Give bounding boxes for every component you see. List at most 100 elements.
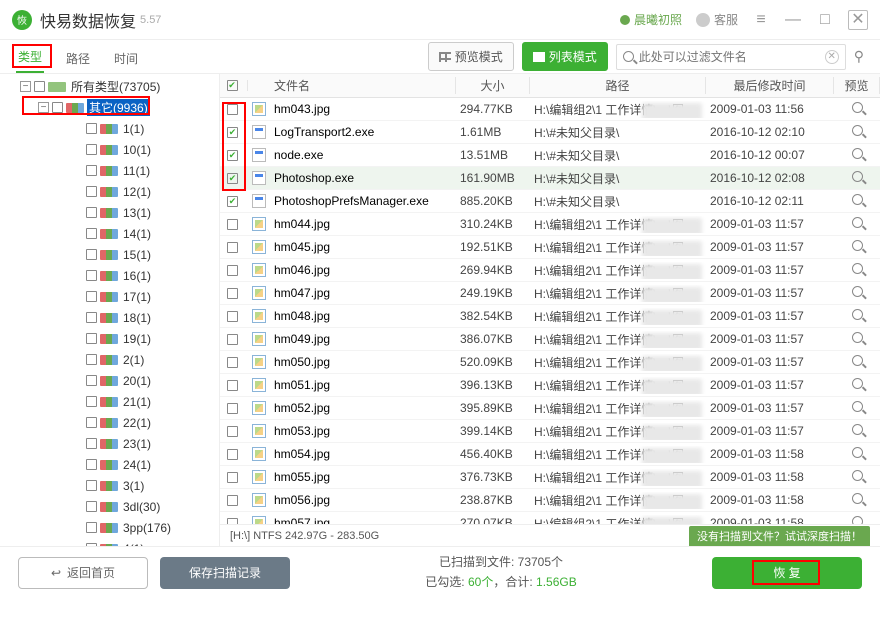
tab-type[interactable]: 类型 xyxy=(16,42,44,73)
file-row[interactable]: hm056.jpg 238.87KB H:\编辑组2\1 工作详情\…\图… 2… xyxy=(220,489,880,512)
tree-item[interactable]: +24(1) xyxy=(0,454,219,475)
file-row[interactable]: Photoshop.exe 161.90MB H:\#未知父目录\ 2016-1… xyxy=(220,167,880,190)
header-size[interactable]: 大小 xyxy=(456,77,530,94)
preview-button[interactable] xyxy=(834,309,880,323)
row-checkbox[interactable] xyxy=(227,357,238,368)
row-checkbox[interactable] xyxy=(227,127,238,138)
file-row[interactable]: hm051.jpg 396.13KB H:\编辑组2\1 工作详情\…\图… 2… xyxy=(220,374,880,397)
tree-item[interactable]: +20(1) xyxy=(0,370,219,391)
file-row[interactable]: hm048.jpg 382.54KB H:\编辑组2\1 工作详情\…\图… 2… xyxy=(220,305,880,328)
tree-item[interactable]: +2(1) xyxy=(0,349,219,370)
row-checkbox[interactable] xyxy=(227,426,238,437)
tree-item[interactable]: +13(1) xyxy=(0,202,219,223)
row-checkbox[interactable] xyxy=(227,449,238,460)
preview-mode-button[interactable]: 预览模式 xyxy=(428,42,514,71)
filter-icon[interactable]: ⚲ xyxy=(854,48,864,65)
row-checkbox[interactable] xyxy=(227,173,238,184)
file-row[interactable]: hm047.jpg 249.19KB H:\编辑组2\1 工作详情\…\图… 2… xyxy=(220,282,880,305)
preview-button[interactable] xyxy=(834,194,880,208)
tab-path[interactable]: 路径 xyxy=(64,44,92,73)
file-row[interactable]: hm055.jpg 376.73KB H:\编辑组2\1 工作详情\…\图… 2… xyxy=(220,466,880,489)
search-box[interactable]: ✕ xyxy=(616,44,846,70)
row-checkbox[interactable] xyxy=(227,311,238,322)
tree-item[interactable]: +3dl(30) xyxy=(0,496,219,517)
tree-item[interactable]: +4(1) xyxy=(0,538,219,546)
preview-button[interactable] xyxy=(834,286,880,300)
tab-time[interactable]: 时间 xyxy=(112,44,140,73)
row-checkbox[interactable] xyxy=(227,196,238,207)
service-button[interactable]: 客服 xyxy=(696,11,738,28)
preview-button[interactable] xyxy=(834,332,880,346)
file-row[interactable]: PhotoshopPrefsManager.exe 885.20KB H:\#未… xyxy=(220,190,880,213)
tree-item[interactable]: +17(1) xyxy=(0,286,219,307)
file-row[interactable]: hm052.jpg 395.89KB H:\编辑组2\1 工作详情\…\图… 2… xyxy=(220,397,880,420)
header-path[interactable]: 路径 xyxy=(530,77,706,94)
tree-item[interactable]: +10(1) xyxy=(0,139,219,160)
row-checkbox[interactable] xyxy=(227,472,238,483)
row-checkbox[interactable] xyxy=(227,150,238,161)
file-row[interactable]: hm053.jpg 399.14KB H:\编辑组2\1 工作详情\…\图… 2… xyxy=(220,420,880,443)
tree-item[interactable]: +18(1) xyxy=(0,307,219,328)
preview-button[interactable] xyxy=(834,263,880,277)
maximize-button[interactable]: □ xyxy=(816,11,834,29)
row-checkbox[interactable] xyxy=(227,104,238,115)
preview-button[interactable] xyxy=(834,148,880,162)
preview-button[interactable] xyxy=(834,125,880,139)
tree-item[interactable]: +3pp(176) xyxy=(0,517,219,538)
row-checkbox[interactable] xyxy=(227,219,238,230)
preview-button[interactable] xyxy=(834,355,880,369)
file-row[interactable]: hm054.jpg 456.40KB H:\编辑组2\1 工作详情\…\图… 2… xyxy=(220,443,880,466)
tree-item[interactable]: +16(1) xyxy=(0,265,219,286)
tree-item[interactable]: +1(1) xyxy=(0,118,219,139)
file-row[interactable]: hm057.jpg 270.07KB H:\编辑组2\1 工作详情\…\图… 2… xyxy=(220,512,880,524)
header-preview[interactable]: 预览 xyxy=(834,77,880,94)
deep-scan-link[interactable]: 没有扫描到文件？试试深度扫描！ xyxy=(689,526,870,546)
header-name[interactable]: 文件名 xyxy=(270,77,456,94)
close-button[interactable]: ✕ xyxy=(848,10,868,30)
search-input[interactable] xyxy=(639,50,820,64)
tree-other[interactable]: −其它(9936) xyxy=(0,97,219,118)
file-row[interactable]: node.exe 13.51MB H:\#未知父目录\ 2016-10-12 0… xyxy=(220,144,880,167)
file-row[interactable]: hm043.jpg 294.77KB H:\编辑组2\1 工作详情\…\图… 2… xyxy=(220,98,880,121)
account-button[interactable]: 晨曦初照 xyxy=(620,11,682,28)
recover-button[interactable]: 恢 复 xyxy=(712,557,862,589)
preview-button[interactable] xyxy=(834,447,880,461)
row-checkbox[interactable] xyxy=(227,495,238,506)
tree-item[interactable]: +12(1) xyxy=(0,181,219,202)
header-checkbox[interactable] xyxy=(220,80,248,91)
row-checkbox[interactable] xyxy=(227,288,238,299)
tree-item[interactable]: +21(1) xyxy=(0,391,219,412)
file-row[interactable]: hm049.jpg 386.07KB H:\编辑组2\1 工作详情\…\图… 2… xyxy=(220,328,880,351)
preview-button[interactable] xyxy=(834,493,880,507)
row-checkbox[interactable] xyxy=(227,403,238,414)
tree-item[interactable]: +23(1) xyxy=(0,433,219,454)
file-row[interactable]: hm046.jpg 269.94KB H:\编辑组2\1 工作详情\…\图… 2… xyxy=(220,259,880,282)
preview-button[interactable] xyxy=(834,424,880,438)
tree-item[interactable]: +14(1) xyxy=(0,223,219,244)
tree-root[interactable]: −所有类型(73705) xyxy=(0,76,219,97)
home-button[interactable]: ↩返回首页 xyxy=(18,557,148,589)
tree-item[interactable]: +11(1) xyxy=(0,160,219,181)
tree-item[interactable]: +19(1) xyxy=(0,328,219,349)
row-checkbox[interactable] xyxy=(227,265,238,276)
preview-button[interactable] xyxy=(834,516,880,524)
header-date[interactable]: 最后修改时间 xyxy=(706,77,834,94)
preview-button[interactable] xyxy=(834,102,880,116)
row-checkbox[interactable] xyxy=(227,334,238,345)
row-checkbox[interactable] xyxy=(227,380,238,391)
tree-item[interactable]: +15(1) xyxy=(0,244,219,265)
save-scan-button[interactable]: 保存扫描记录 xyxy=(160,557,290,589)
tree-item[interactable]: +22(1) xyxy=(0,412,219,433)
preview-button[interactable] xyxy=(834,217,880,231)
preview-button[interactable] xyxy=(834,401,880,415)
row-checkbox[interactable] xyxy=(227,242,238,253)
preview-button[interactable] xyxy=(834,378,880,392)
menu-button[interactable]: ≡ xyxy=(752,11,770,29)
file-row[interactable]: hm045.jpg 192.51KB H:\编辑组2\1 工作详情\…\图… 2… xyxy=(220,236,880,259)
list-mode-button[interactable]: 列表模式 xyxy=(522,42,608,71)
preview-button[interactable] xyxy=(834,171,880,185)
tree-item[interactable]: +3(1) xyxy=(0,475,219,496)
file-row[interactable]: hm044.jpg 310.24KB H:\编辑组2\1 工作详情\…\图… 2… xyxy=(220,213,880,236)
minimize-button[interactable]: — xyxy=(784,11,802,29)
preview-button[interactable] xyxy=(834,470,880,484)
